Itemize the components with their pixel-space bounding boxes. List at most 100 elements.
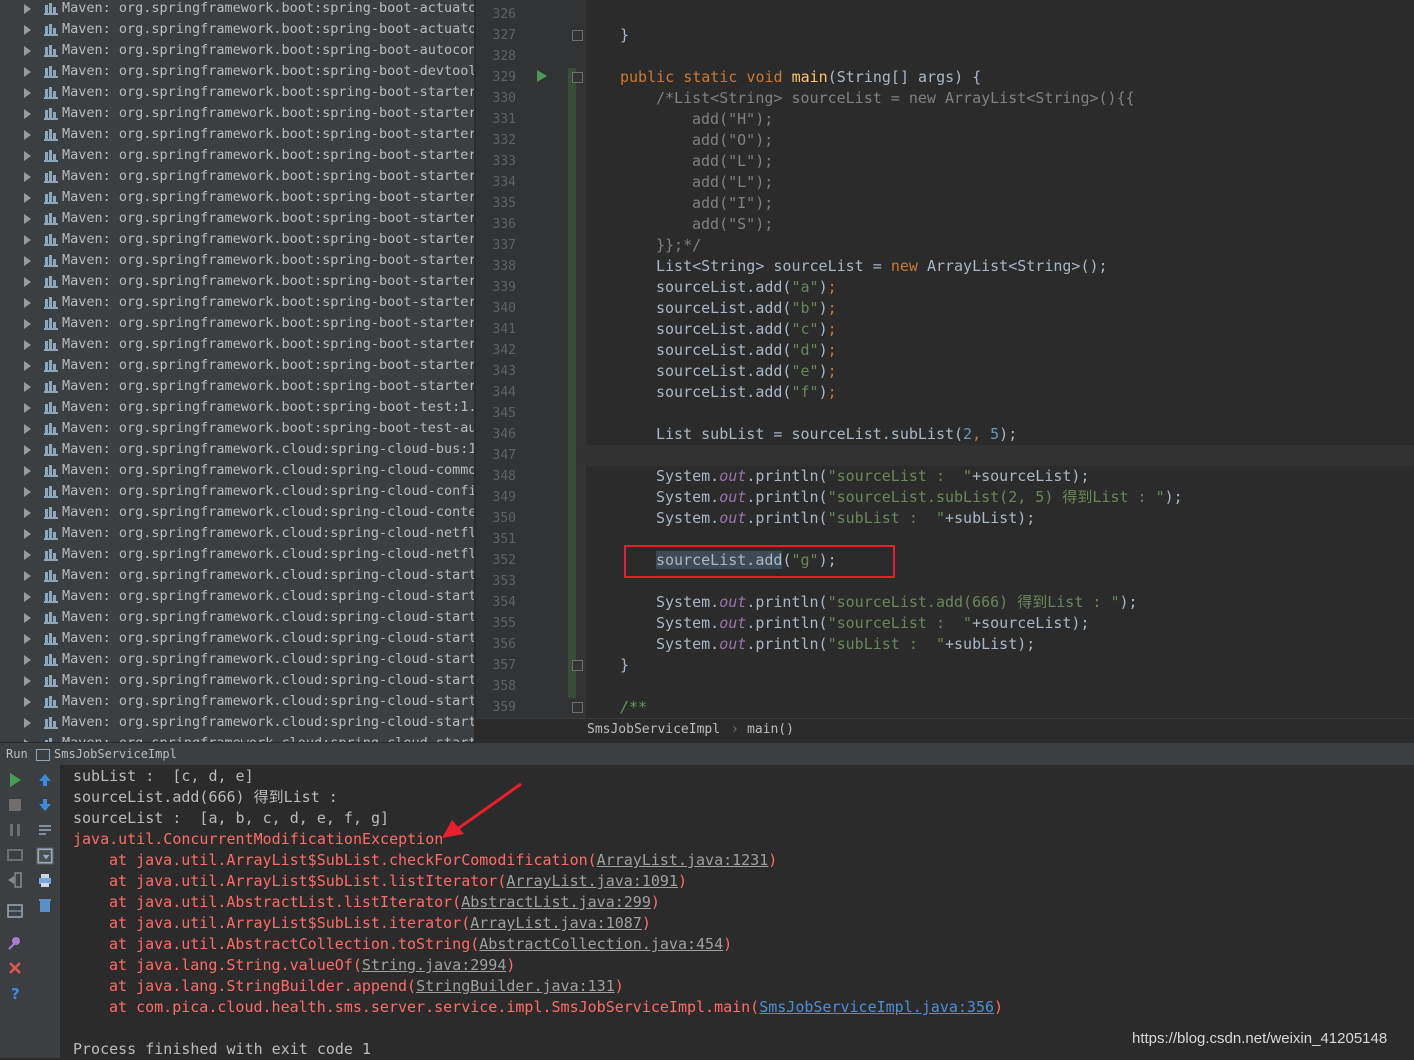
tree-item[interactable]: Maven: org.springframework.cloud:spring-…	[0, 565, 474, 586]
expand-arrow-icon[interactable]	[24, 277, 31, 287]
stacktrace-link[interactable]: ArrayList.java:1087	[470, 914, 642, 932]
expand-arrow-icon[interactable]	[24, 466, 31, 476]
tree-item[interactable]: Maven: org.springframework.boot:spring-b…	[0, 187, 474, 208]
tree-item[interactable]: Maven: org.springframework.cloud:spring-…	[0, 544, 474, 565]
stacktrace-link[interactable]: AbstractList.java:299	[461, 893, 651, 911]
stacktrace-link[interactable]: StringBuilder.java:131	[416, 977, 615, 995]
expand-arrow-icon[interactable]	[24, 46, 31, 56]
scroll-down-icon[interactable]	[37, 797, 53, 813]
pause-icon[interactable]	[7, 822, 23, 838]
tree-item[interactable]: Maven: org.springframework.boot:spring-b…	[0, 124, 474, 145]
breadcrumb-method[interactable]: main()	[747, 719, 794, 741]
stacktrace-link[interactable]: AbstractCollection.java:454	[479, 935, 723, 953]
fold-icon[interactable]	[572, 660, 583, 671]
expand-arrow-icon[interactable]	[24, 529, 31, 539]
expand-arrow-icon[interactable]	[24, 424, 31, 434]
stop-icon[interactable]	[7, 797, 23, 813]
stacktrace-link[interactable]: ArrayList.java:1231	[597, 851, 769, 869]
tree-item[interactable]: Maven: org.springframework.boot:spring-b…	[0, 145, 474, 166]
help-icon[interactable]: ?	[7, 985, 23, 1001]
expand-arrow-icon[interactable]	[24, 592, 31, 602]
run-config-name[interactable]: SmsJobServiceImpl	[54, 743, 177, 765]
tree-item[interactable]: Maven: org.springframework.boot:spring-b…	[0, 355, 474, 376]
exit-icon[interactable]	[7, 872, 23, 888]
expand-arrow-icon[interactable]	[24, 25, 31, 35]
soft-wrap-icon[interactable]	[37, 822, 53, 838]
tree-item[interactable]: Maven: org.springframework.cloud:spring-…	[0, 502, 474, 523]
tree-item[interactable]: Maven: org.springframework.cloud:spring-…	[0, 649, 474, 670]
fold-icon[interactable]	[572, 30, 583, 41]
expand-arrow-icon[interactable]	[24, 88, 31, 98]
expand-arrow-icon[interactable]	[24, 256, 31, 266]
tree-item[interactable]: Maven: org.springframework.cloud:spring-…	[0, 691, 474, 712]
expand-arrow-icon[interactable]	[24, 718, 31, 728]
tree-item[interactable]: Maven: org.springframework.cloud:spring-…	[0, 586, 474, 607]
tree-item[interactable]: Maven: org.springframework.cloud:spring-…	[0, 523, 474, 544]
expand-arrow-icon[interactable]	[24, 109, 31, 119]
expand-arrow-icon[interactable]	[24, 172, 31, 182]
tree-item[interactable]: Maven: org.springframework.cloud:spring-…	[0, 439, 474, 460]
expand-arrow-icon[interactable]	[24, 676, 31, 686]
expand-arrow-icon[interactable]	[24, 550, 31, 560]
expand-arrow-icon[interactable]	[24, 340, 31, 350]
tree-item[interactable]: Maven: org.springframework.boot:spring-b…	[0, 250, 474, 271]
expand-arrow-icon[interactable]	[24, 487, 31, 497]
tree-item[interactable]: Maven: org.springframework.cloud:spring-…	[0, 481, 474, 502]
breadcrumb-class[interactable]: SmsJobServiceImpl	[587, 719, 720, 741]
expand-arrow-icon[interactable]	[24, 634, 31, 644]
tree-item[interactable]: Maven: org.springframework.boot:spring-b…	[0, 271, 474, 292]
tree-item[interactable]: Maven: org.springframework.boot:spring-b…	[0, 40, 474, 61]
expand-arrow-icon[interactable]	[24, 130, 31, 140]
tree-item[interactable]: Maven: org.springframework.boot:spring-b…	[0, 103, 474, 124]
fold-icon[interactable]	[572, 72, 583, 83]
expand-arrow-icon[interactable]	[24, 361, 31, 371]
stacktrace-link[interactable]: ArrayList.java:1091	[506, 872, 678, 890]
expand-arrow-icon[interactable]	[24, 235, 31, 245]
expand-arrow-icon[interactable]	[24, 655, 31, 665]
tree-item[interactable]: Maven: org.springframework.boot:spring-b…	[0, 334, 474, 355]
tree-item[interactable]: Maven: org.springframework.boot:spring-b…	[0, 397, 474, 418]
close-icon[interactable]	[7, 960, 23, 976]
stacktrace-link[interactable]: SmsJobServiceImpl.java:356	[759, 998, 994, 1016]
run-tab-label[interactable]: Run	[6, 743, 28, 765]
tree-item[interactable]: Maven: org.springframework.boot:spring-b…	[0, 0, 474, 19]
fold-icon[interactable]	[572, 702, 583, 713]
expand-arrow-icon[interactable]	[24, 445, 31, 455]
expand-arrow-icon[interactable]	[24, 67, 31, 77]
layout-icon[interactable]	[7, 903, 23, 919]
tree-item[interactable]: Maven: org.springframework.cloud:spring-…	[0, 607, 474, 628]
expand-arrow-icon[interactable]	[24, 382, 31, 392]
expand-arrow-icon[interactable]	[24, 571, 31, 581]
expand-arrow-icon[interactable]	[24, 697, 31, 707]
tree-item[interactable]: Maven: org.springframework.boot:spring-b…	[0, 208, 474, 229]
expand-arrow-icon[interactable]	[24, 151, 31, 161]
expand-arrow-icon[interactable]	[24, 613, 31, 623]
expand-arrow-icon[interactable]	[24, 214, 31, 224]
rerun-icon[interactable]	[7, 772, 23, 788]
expand-arrow-icon[interactable]	[24, 508, 31, 518]
expand-arrow-icon[interactable]	[24, 403, 31, 413]
scroll-to-end-icon[interactable]	[36, 847, 54, 865]
run-gutter-icon[interactable]	[537, 70, 547, 82]
tree-item[interactable]: Maven: org.springframework.boot:spring-b…	[0, 376, 474, 397]
tree-item[interactable]: Maven: org.springframework.boot:spring-b…	[0, 418, 474, 439]
stacktrace-link[interactable]: String.java:2994	[362, 956, 507, 974]
tree-item[interactable]: Maven: org.springframework.boot:spring-b…	[0, 292, 474, 313]
tree-item[interactable]: Maven: org.springframework.cloud:spring-…	[0, 670, 474, 691]
expand-arrow-icon[interactable]	[24, 4, 31, 14]
tree-item[interactable]: Maven: org.springframework.boot:spring-b…	[0, 61, 474, 82]
tree-item[interactable]: Maven: org.springframework.cloud:spring-…	[0, 460, 474, 481]
tree-item[interactable]: Maven: org.springframework.cloud:spring-…	[0, 733, 474, 742]
trash-icon[interactable]	[37, 897, 53, 913]
print-icon[interactable]	[37, 872, 53, 888]
scroll-up-icon[interactable]	[37, 772, 53, 788]
tree-item[interactable]: Maven: org.springframework.boot:spring-b…	[0, 19, 474, 40]
tree-item[interactable]: Maven: org.springframework.cloud:spring-…	[0, 628, 474, 649]
expand-arrow-icon[interactable]	[24, 319, 31, 329]
expand-arrow-icon[interactable]	[24, 193, 31, 203]
pin-icon[interactable]	[7, 935, 23, 951]
tree-item[interactable]: Maven: org.springframework.boot:spring-b…	[0, 229, 474, 250]
tree-item[interactable]: Maven: org.springframework.boot:spring-b…	[0, 166, 474, 187]
tree-item[interactable]: Maven: org.springframework.cloud:spring-…	[0, 712, 474, 733]
tree-item[interactable]: Maven: org.springframework.boot:spring-b…	[0, 82, 474, 103]
